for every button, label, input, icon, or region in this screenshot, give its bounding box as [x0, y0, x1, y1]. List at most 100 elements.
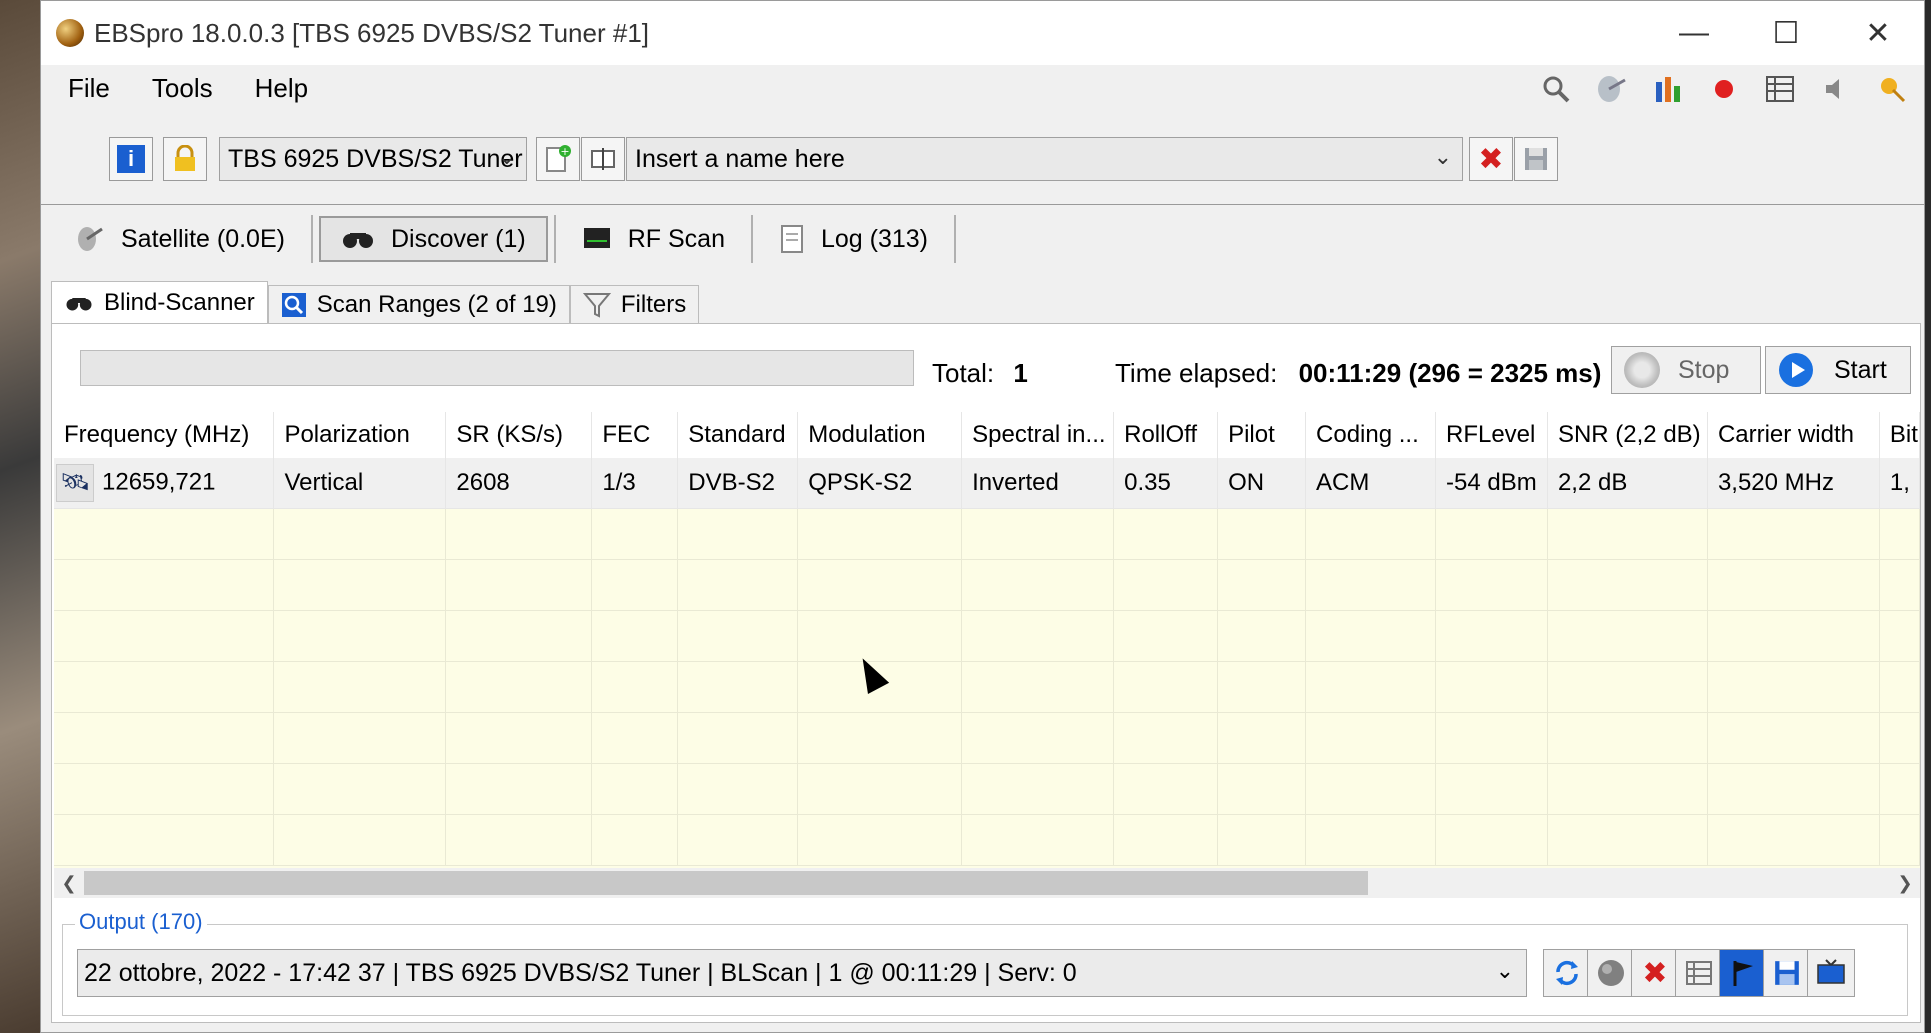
minimize-button[interactable]: —	[1648, 1, 1740, 65]
empty-cell	[677, 559, 799, 611]
list-icon[interactable]	[1758, 69, 1802, 109]
empty-cell	[1547, 661, 1708, 713]
empty-cell	[1707, 661, 1880, 713]
empty-cell	[1879, 763, 1920, 815]
tab-log[interactable]: Log (313)	[759, 216, 948, 262]
scrollbar-thumb[interactable]	[84, 871, 1368, 895]
grid-header-row: Frequency (MHz) Polarization SR (KS/s) F…	[54, 412, 1920, 458]
tab-rf-scan[interactable]: RF Scan	[562, 216, 745, 262]
tv-button[interactable]	[1807, 949, 1855, 997]
speaker-icon[interactable]	[1814, 69, 1858, 109]
empty-cell	[1879, 712, 1920, 764]
delete-button[interactable]: ✖	[1469, 137, 1513, 181]
results-grid[interactable]: Frequency (MHz) Polarization SR (KS/s) F…	[54, 412, 1920, 868]
output-group: Output (170) 22 ottobre, 2022 - 17:42 37…	[62, 909, 1908, 1016]
stop-icon	[1624, 352, 1660, 388]
horizontal-scrollbar[interactable]: ❮ ❯	[54, 868, 1920, 898]
column-header[interactable]: Coding ...	[1305, 412, 1436, 458]
start-button[interactable]: Start	[1765, 346, 1911, 394]
list-icon	[1686, 961, 1712, 985]
empty-cell	[1113, 814, 1219, 866]
maximize-button[interactable]: ☐	[1740, 1, 1832, 65]
tab-separator	[954, 215, 957, 263]
save-button[interactable]	[1514, 137, 1558, 181]
tuner-select[interactable]: TBS 6925 DVBS/S2 Tuner ⌄	[219, 137, 527, 181]
empty-cell	[1305, 508, 1436, 560]
tab-scan-ranges[interactable]: Scan Ranges (2 of 19)	[267, 285, 570, 323]
column-header[interactable]: Standard	[677, 412, 799, 458]
column-header[interactable]: Spectral in...	[961, 412, 1115, 458]
sphere-icon	[1598, 960, 1624, 986]
search-icon[interactable]	[1534, 69, 1578, 109]
tab-blind-scanner[interactable]: Blind-Scanner	[51, 281, 268, 323]
stop-button[interactable]: Stop	[1611, 346, 1761, 394]
empty-cell	[961, 814, 1115, 866]
empty-cell	[1707, 814, 1880, 866]
column-header[interactable]: Pilot	[1217, 412, 1307, 458]
view-tabs: Satellite (0.0E) Discover (1) RF Scan Lo…	[41, 205, 1924, 273]
details-button[interactable]	[1675, 949, 1723, 997]
desktop-background	[0, 0, 40, 1033]
tab-filters[interactable]: Filters	[569, 285, 700, 323]
record-icon[interactable]	[1702, 69, 1746, 109]
empty-cell	[677, 814, 799, 866]
close-button[interactable]: ✕	[1832, 1, 1924, 65]
empty-cell	[1707, 559, 1880, 611]
menu-tools[interactable]: Tools	[137, 73, 228, 104]
new-entry-button[interactable]: +	[536, 137, 580, 181]
empty-cell	[1113, 508, 1219, 560]
column-header[interactable]: Modulation	[797, 412, 963, 458]
column-header[interactable]: RollOff	[1113, 412, 1219, 458]
info-button[interactable]: i	[109, 137, 153, 181]
empty-cell	[1217, 559, 1307, 611]
empty-cell	[445, 661, 593, 713]
tab-log-label: Log (313)	[820, 224, 929, 253]
pin-icon[interactable]	[1870, 69, 1914, 109]
column-header[interactable]: RFLevel	[1435, 412, 1548, 458]
empty-cell	[445, 508, 593, 560]
column-header[interactable]: SNR (2,2 dB)	[1547, 412, 1708, 458]
column-header[interactable]: FEC	[591, 412, 679, 458]
stop-label: Stop	[1678, 355, 1730, 384]
empty-cell	[54, 559, 275, 611]
refresh-button[interactable]	[1543, 949, 1591, 997]
menu-help[interactable]: Help	[240, 73, 323, 104]
column-header[interactable]: Carrier width	[1707, 412, 1880, 458]
clear-output-button[interactable]: ✖	[1631, 949, 1679, 997]
scroll-right-icon[interactable]: ❯	[1890, 868, 1920, 898]
name-input[interactable]: Insert a name here ⌄	[626, 137, 1463, 181]
empty-cell	[1435, 559, 1548, 611]
satellite-dish-icon[interactable]	[1590, 69, 1634, 109]
table-row[interactable]: 🛰 12659,721 Vertical 2608 1/3 DVB-S2 QPSK…	[54, 458, 1920, 509]
monitor-icon	[583, 228, 610, 248]
bar-chart-icon[interactable]	[1646, 69, 1690, 109]
column-header[interactable]: Polarization	[273, 412, 447, 458]
empty-cell	[273, 814, 447, 866]
tab-satellite[interactable]: Satellite (0.0E)	[55, 216, 305, 262]
empty-cell	[1217, 661, 1307, 713]
column-header[interactable]: Bit	[1879, 412, 1920, 458]
column-header[interactable]: SR (KS/s)	[445, 412, 593, 458]
menu-file[interactable]: File	[53, 73, 125, 104]
table-cell: 2608	[445, 458, 593, 509]
empty-cell	[677, 661, 799, 713]
document-icon	[780, 225, 803, 253]
scroll-left-icon[interactable]: ❮	[54, 868, 84, 898]
title-bar[interactable]: EBSpro 18.0.0.3 [TBS 6925 DVBS/S2 Tuner …	[41, 1, 1924, 65]
empty-cell	[797, 814, 963, 866]
column-header[interactable]: Frequency (MHz)	[54, 412, 275, 458]
play-icon	[1779, 353, 1813, 387]
output-select[interactable]: 22 ottobre, 2022 - 17:42 37 | TBS 6925 D…	[77, 949, 1527, 997]
empty-cell	[1879, 610, 1920, 662]
empty-cell	[1435, 661, 1548, 713]
record-toggle-button[interactable]	[1587, 949, 1635, 997]
rename-button[interactable]	[581, 137, 625, 181]
table-cell: ACM	[1305, 458, 1436, 509]
toolbar: i TBS 6925 DVBS/S2 Tuner ⌄ + Insert a na…	[41, 111, 1924, 205]
tab-discover[interactable]: Discover (1)	[318, 216, 548, 262]
flag-button[interactable]	[1719, 949, 1767, 997]
empty-row	[54, 661, 1920, 713]
save-output-button[interactable]	[1763, 949, 1811, 997]
lock-button[interactable]	[163, 137, 207, 181]
table-cell: 1/3	[591, 458, 679, 509]
